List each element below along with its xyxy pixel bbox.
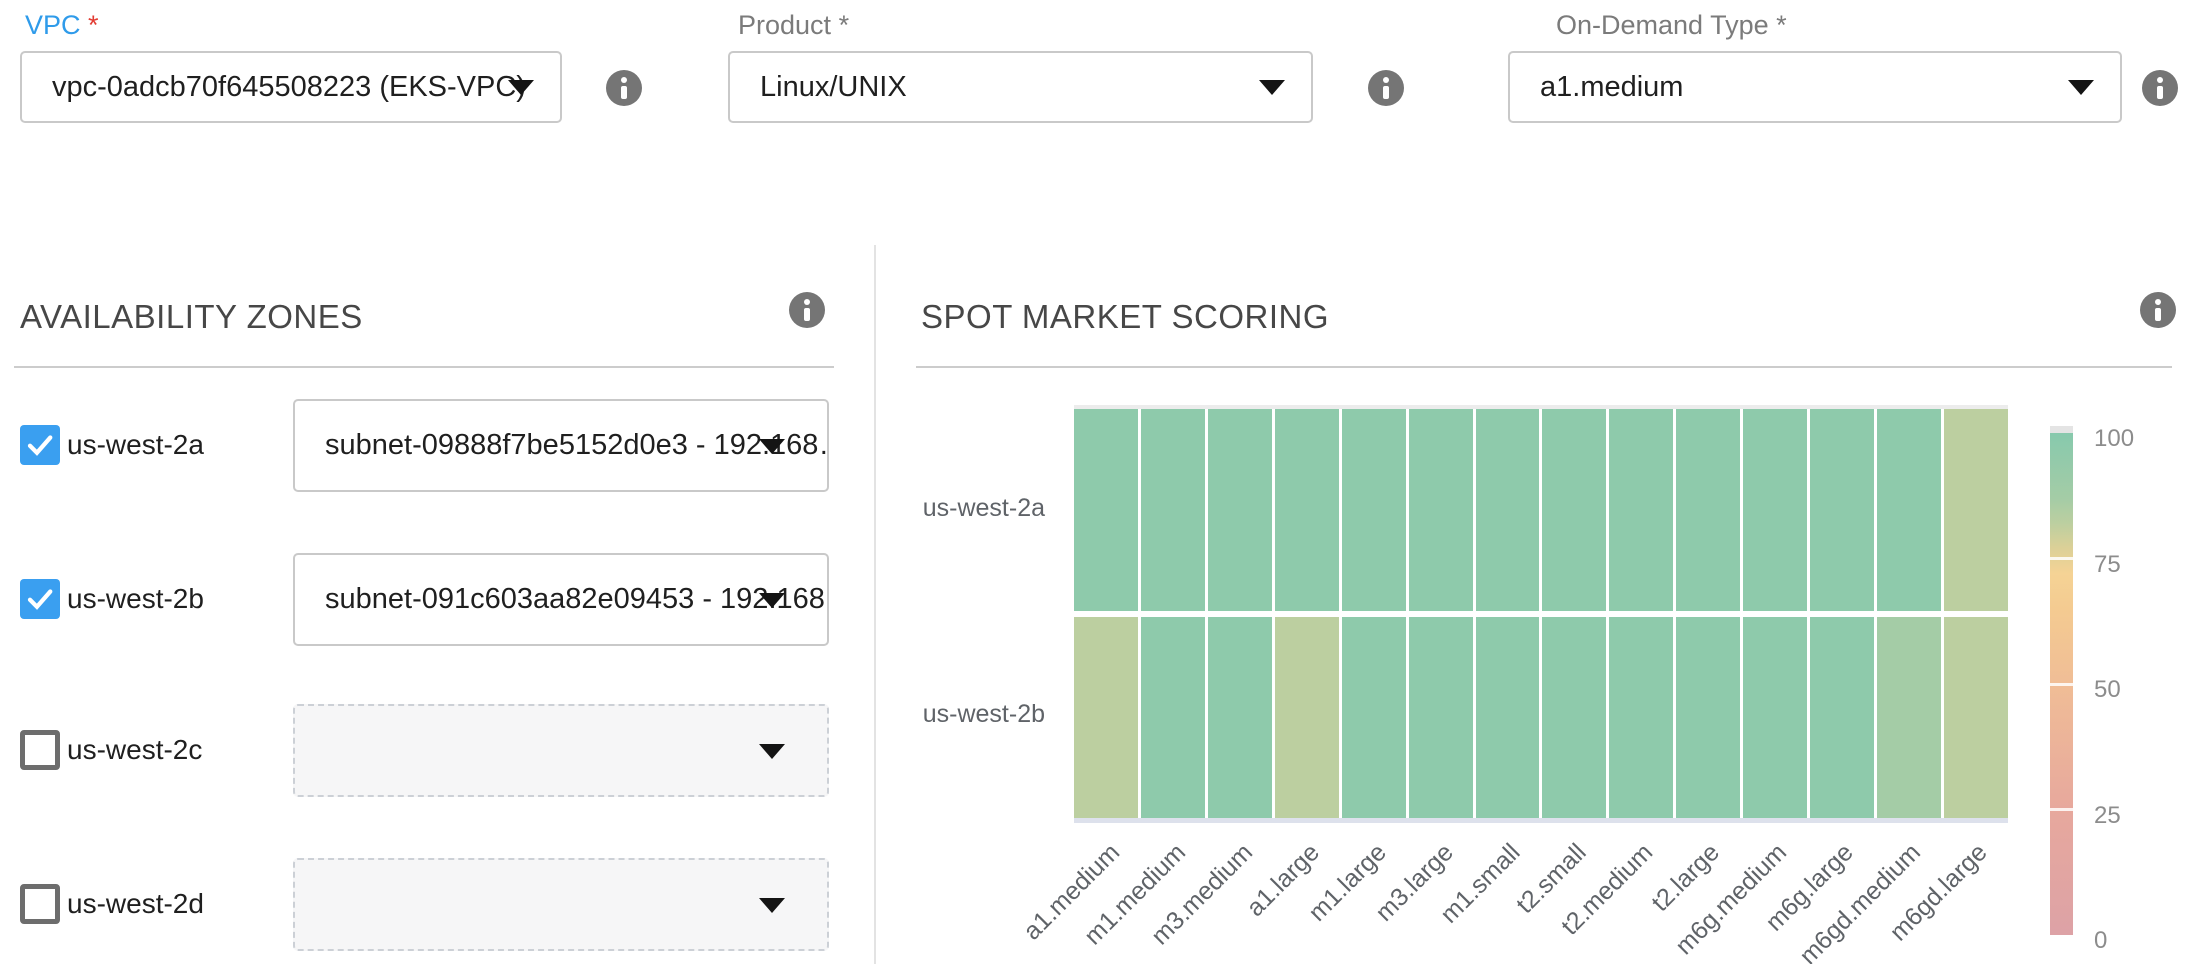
heatmap-cell: [1877, 617, 1941, 819]
heatmap-cell: [1676, 409, 1740, 611]
heatmap-cell: [1676, 617, 1740, 819]
az-label-us-west-2a: us-west-2a: [67, 428, 204, 462]
heatmap-colorbar: [2050, 433, 2073, 935]
heatmap-cell: [1810, 617, 1874, 819]
chevron-down-icon: [759, 439, 785, 454]
chevron-down-icon: [1259, 80, 1285, 95]
heatmap-cell: [1208, 617, 1272, 819]
colorbar-tick-label: 75: [2094, 551, 2184, 579]
chevron-down-icon: [508, 80, 534, 95]
subnet-select-us-west-2a[interactable]: subnet-09888f7be5152d0e3 - 192.168…: [293, 399, 829, 492]
heatmap-cell: [1208, 409, 1272, 611]
colorbar-tick-line: [2050, 683, 2073, 686]
heatmap-cell: [1074, 409, 1138, 611]
heatmap-cell: [1877, 409, 1941, 611]
required-asterisk: *: [1776, 10, 1787, 40]
subnet-select-us-west-2b[interactable]: subnet-091c603aa82e09453 - 192.168…: [293, 553, 829, 646]
colorbar-tick-line: [2050, 557, 2073, 560]
heatmap-cell: [1609, 409, 1673, 611]
heatmap-cell: [1609, 617, 1673, 819]
heatmap-cell: [1275, 409, 1339, 611]
heatmap-cell: [1542, 409, 1606, 611]
heatmap-x-labels: a1.mediumm1.mediumm3.mediuma1.largem1.la…: [1074, 818, 2008, 964]
az-label-us-west-2b: us-west-2b: [67, 582, 204, 616]
heatmap-cell: [1542, 617, 1606, 819]
availability-zones-title: AVAILABILITY ZONES: [20, 298, 363, 336]
heatmap-cell: [1141, 617, 1205, 819]
on-demand-type-selected-value: a1.medium: [1510, 71, 1683, 104]
heatmap-cell: [1810, 409, 1874, 611]
chevron-down-icon: [759, 593, 785, 608]
vpc-label: VPC *: [25, 10, 99, 41]
chevron-down-icon: [759, 898, 785, 913]
colorbar-tick-label: 0: [2094, 927, 2184, 955]
heatmap-cell: [1476, 409, 1540, 611]
heatmap-cell: [1342, 617, 1406, 819]
on-demand-type-label: On-Demand Type *: [1556, 10, 1787, 41]
checkbox-us-west-2d[interactable]: [20, 884, 60, 924]
heatmap-cell: [1476, 617, 1540, 819]
az-label-us-west-2c: us-west-2c: [67, 733, 202, 767]
colorbar-tick-label: 100: [2094, 425, 2184, 453]
subnet-select-us-west-2c[interactable]: [293, 704, 829, 797]
colorbar-tick-line: [2050, 808, 2073, 811]
heatmap-cell: [1743, 409, 1807, 611]
heatmap-grid: [1074, 409, 2008, 818]
required-asterisk: *: [88, 10, 99, 40]
availability-zones-info-icon[interactable]: [789, 292, 825, 328]
subnet-select-us-west-2d[interactable]: [293, 858, 829, 951]
heatmap-row-label: us-west-2a: [845, 494, 1045, 526]
product-selected-value: Linux/UNIX: [730, 71, 907, 104]
product-select[interactable]: Linux/UNIX: [728, 51, 1313, 123]
check-icon: [24, 583, 56, 615]
heatmap-cell: [1944, 617, 2008, 819]
heatmap-cell: [1275, 617, 1339, 819]
checkbox-us-west-2b[interactable]: [20, 579, 60, 619]
heatmap-cell: [1074, 617, 1138, 819]
heatmap-cell: [1409, 617, 1473, 819]
check-icon: [24, 429, 56, 461]
required-asterisk: *: [839, 10, 850, 40]
heatmap-cell: [1944, 409, 2008, 611]
subnet-selected-value: subnet-091c603aa82e09453 - 192.168…: [295, 583, 827, 616]
heatmap-cell: [1141, 409, 1205, 611]
spot-configuration-page: VPC * vpc-0adcb70f645508223 (EKS-VPC) Pr…: [0, 0, 2196, 964]
vpc-selected-value: vpc-0adcb70f645508223 (EKS-VPC): [22, 71, 526, 104]
colorbar-tick-label: 25: [2094, 802, 2184, 830]
az-label-us-west-2d: us-west-2d: [67, 887, 204, 921]
vpc-select[interactable]: vpc-0adcb70f645508223 (EKS-VPC): [20, 51, 562, 123]
section-divider: [874, 245, 876, 964]
product-label: Product *: [738, 10, 849, 41]
heatmap-cell: [1743, 617, 1807, 819]
heatmap-cell: [1342, 409, 1406, 611]
spot-market-scoring-info-icon[interactable]: [2140, 292, 2176, 328]
colorbar-cap: [2050, 426, 2073, 433]
vpc-info-icon[interactable]: [606, 70, 642, 106]
spot-market-scoring-rule: [916, 366, 2172, 368]
on-demand-type-select[interactable]: a1.medium: [1508, 51, 2122, 123]
availability-zones-rule: [14, 366, 834, 368]
product-info-icon[interactable]: [1368, 70, 1404, 106]
on-demand-type-info-icon[interactable]: [2142, 70, 2178, 106]
subnet-selected-value: subnet-09888f7be5152d0e3 - 192.168…: [295, 429, 827, 462]
checkbox-us-west-2a[interactable]: [20, 425, 60, 465]
chevron-down-icon: [759, 744, 785, 759]
checkbox-us-west-2c[interactable]: [20, 730, 60, 770]
heatmap-cell: [1409, 409, 1473, 611]
colorbar-tick-label: 50: [2094, 676, 2184, 704]
heatmap-row-label: us-west-2b: [845, 700, 1045, 732]
chevron-down-icon: [2068, 80, 2094, 95]
spot-market-scoring-title: SPOT MARKET SCORING: [921, 298, 1329, 336]
